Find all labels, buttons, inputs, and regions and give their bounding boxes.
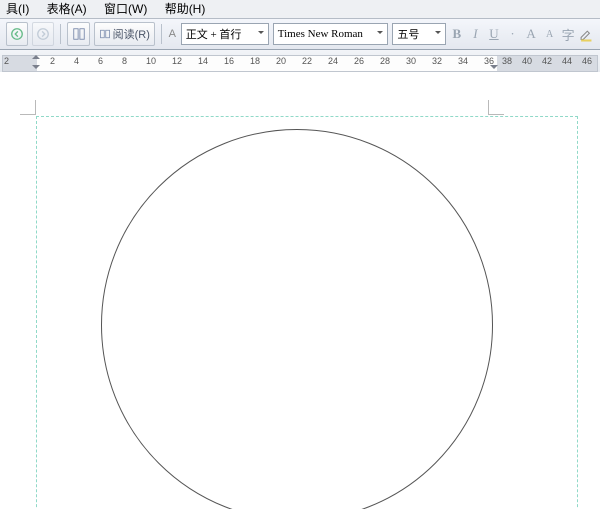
font-size-value: 五号 [397,26,419,42]
underline-button[interactable]: U [486,24,503,44]
format-sep: · [504,24,521,44]
toolbar-separator [161,24,162,44]
ruler-tick: 16 [224,56,234,66]
arrow-right-icon [36,27,50,41]
highlighter-icon [578,26,595,43]
circle-shape[interactable] [101,129,493,509]
ruler-tick: 24 [328,56,338,66]
ruler-tick: 46 [582,56,592,66]
menu-table[interactable]: 表格(A) [47,2,87,16]
ruler-tick: 4 [74,56,79,66]
ruler-tick: 40 [522,56,532,66]
ruler-tick: 42 [542,56,552,66]
font-combo[interactable]: Times New Roman [273,23,389,45]
ruler-tick: 10 [146,56,156,66]
italic-button[interactable]: I [467,24,484,44]
style-value: 正文 + 首行 [186,26,242,42]
ruler-tick: 18 [250,56,260,66]
highlight-button[interactable] [578,24,595,44]
history-forward-button[interactable] [32,22,54,46]
ruler-tick: 6 [98,56,103,66]
ruler-tick: 44 [562,56,572,66]
ruler-tick: 34 [458,56,468,66]
menu-window[interactable]: 窗口(W) [104,2,147,16]
history-back-button[interactable] [6,22,28,46]
font-grow-button[interactable]: A [523,24,540,44]
document-workspace[interactable] [0,72,600,509]
ruler-tick: 20 [276,56,286,66]
view-layout-button[interactable] [67,22,89,46]
toolbar-separator [60,24,61,44]
menu-tools[interactable]: 具(I) [6,2,29,16]
reading-label: 阅读(R) [113,26,150,42]
ruler-tick: 8 [122,56,127,66]
char-format-button[interactable]: 字 [560,24,577,44]
ruler-tick: 32 [432,56,442,66]
ruler-tick: 26 [354,56,364,66]
ruler-tick: 38 [502,56,512,66]
font-shrink-button[interactable]: A [541,24,558,44]
ruler-tick: 14 [198,56,208,66]
ruler-tick: 2 [50,56,55,66]
bold-button[interactable]: B [449,24,466,44]
page-corner-top-right [488,100,504,116]
font-size-combo[interactable]: 五号 [392,23,445,45]
ruler-tick: 2 [4,56,9,66]
ruler-tick: 22 [302,56,312,66]
wps-word-window: 具(I) 表格(A) 窗口(W) 帮助(H) 阅读(R) A 正文 + 首行 T… [0,0,600,509]
style-combo[interactable]: 正文 + 首行 [181,23,269,45]
reading-mode-button[interactable]: 阅读(R) [94,22,155,46]
arrow-left-icon [10,27,24,41]
menu-help[interactable]: 帮助(H) [165,2,206,16]
ruler-tick: 30 [406,56,416,66]
ruler-tick: 28 [380,56,390,66]
page-layout-icon [72,27,86,41]
page-corner-top-left [20,100,36,116]
menubar: 具(I) 表格(A) 窗口(W) 帮助(H) [0,0,600,19]
book-icon [99,28,111,40]
first-line-indent-marker[interactable] [32,51,40,59]
style-hint: A [166,28,179,40]
horizontal-ruler[interactable]: 2246810121416182022242628303234363840424… [0,50,600,73]
font-value: Times New Roman [278,28,363,40]
toolbar: 阅读(R) A 正文 + 首行 Times New Roman 五号 B I U… [0,19,600,50]
ruler-tick: 12 [172,56,182,66]
ruler-ticks: 2246810121416182022242628303234363840424… [0,56,600,70]
